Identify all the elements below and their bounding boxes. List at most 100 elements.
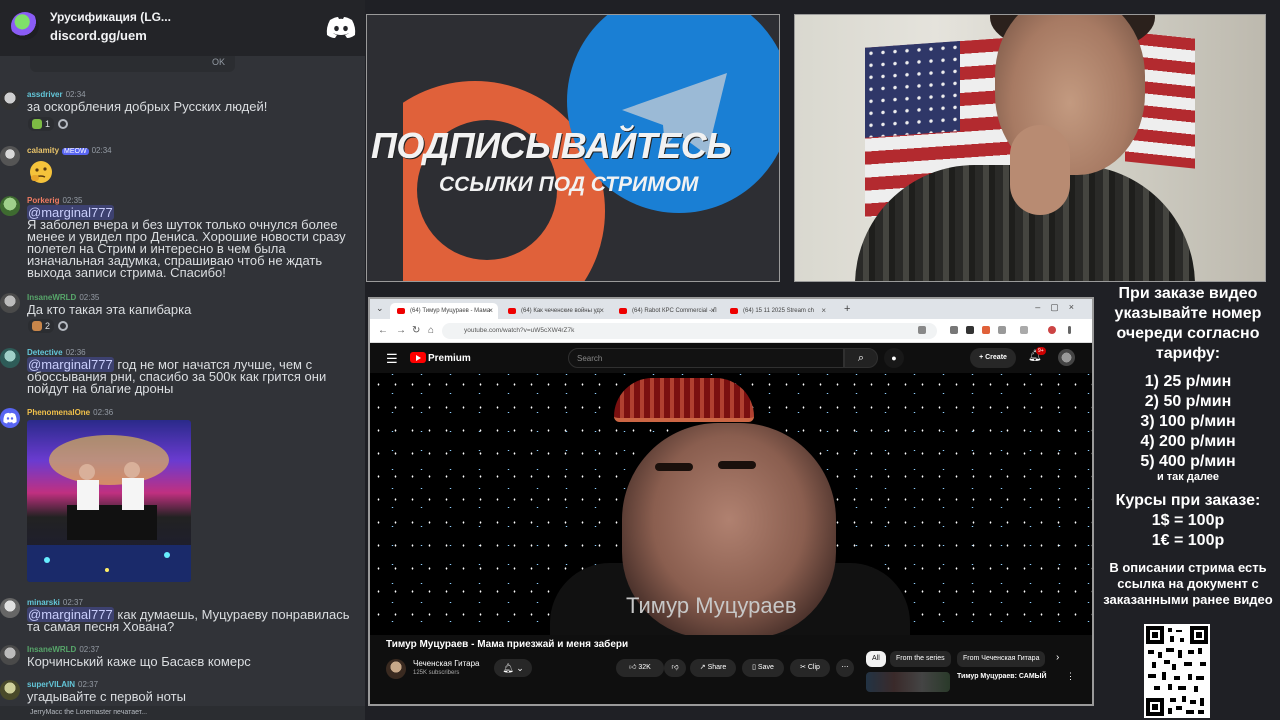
discord-server-header[interactable]: Урусификация (LG... discord.gg/uem bbox=[0, 0, 365, 56]
related-video-thumbnail[interactable] bbox=[866, 672, 950, 692]
gif-attachment[interactable] bbox=[27, 420, 191, 582]
tab-title: (64) 15 11 2025 Stream ch bbox=[743, 308, 814, 314]
youtube-brand[interactable]: Premium bbox=[428, 353, 471, 364]
create-button[interactable]: + Create bbox=[970, 348, 1016, 368]
home-icon[interactable]: ⌂ bbox=[428, 325, 434, 336]
message-meta: superVILAIN 02:37 bbox=[27, 680, 98, 689]
flag-canton bbox=[865, 41, 960, 138]
search-input[interactable]: Search bbox=[568, 348, 844, 368]
like-button[interactable]: 👍︎ 32K bbox=[616, 659, 664, 677]
extension-icon[interactable] bbox=[998, 326, 1006, 334]
message-author[interactable]: calamity bbox=[27, 146, 59, 155]
message-meta: PhenomenalOne 02:36 bbox=[27, 408, 113, 417]
related-video-title[interactable]: Тимур Муцураев: САМЫЙ bbox=[957, 673, 1047, 680]
reaction[interactable]: 1 bbox=[28, 117, 55, 131]
clip-label: Clip bbox=[807, 664, 820, 671]
server-invite-link[interactable]: discord.gg/uem bbox=[50, 28, 147, 43]
extension-icon[interactable] bbox=[950, 326, 958, 334]
avatar[interactable] bbox=[0, 680, 20, 700]
avatar[interactable] bbox=[0, 293, 20, 313]
message-meta: calamity MEOW 02:34 bbox=[27, 146, 112, 155]
avatar[interactable] bbox=[0, 598, 20, 618]
message-author[interactable]: Detective bbox=[27, 348, 63, 357]
search-icon[interactable]: ⌕ bbox=[844, 348, 878, 368]
chip-from-series[interactable]: From the series bbox=[890, 651, 951, 667]
message-text: за оскорбления добрых Русских людей! bbox=[27, 99, 268, 114]
discord-avatar-icon[interactable] bbox=[0, 408, 20, 428]
tariff-1: 1) 25 р/мин bbox=[1144, 373, 1232, 390]
extension-icon[interactable] bbox=[982, 326, 990, 334]
message-time: 02:37 bbox=[78, 680, 99, 689]
message-author[interactable]: Porkerig bbox=[27, 196, 59, 205]
avatar[interactable] bbox=[0, 645, 20, 665]
video-player[interactable]: Тимур Муцураев bbox=[370, 373, 1092, 643]
account-avatar[interactable] bbox=[1058, 349, 1075, 366]
like-count: 32K bbox=[638, 664, 651, 671]
clip-button[interactable]: ✂ Clip bbox=[790, 659, 830, 677]
avatar[interactable] bbox=[0, 348, 20, 368]
chip-from-channel[interactable]: From Чеченская Гитара bbox=[957, 651, 1046, 667]
message-text: Да кто такая эта капибарка bbox=[27, 302, 192, 317]
new-tab-icon[interactable]: + bbox=[844, 303, 850, 315]
browser-tab[interactable]: (64) Как чеченские войны уд × bbox=[501, 303, 609, 319]
server-icon bbox=[11, 12, 39, 40]
chip-all[interactable]: All bbox=[866, 651, 886, 667]
message-meta: Detective 02:36 bbox=[27, 348, 86, 357]
reaction-count: 2 bbox=[45, 321, 51, 331]
message-text: @marginal777 как думаешь, Муцураеву понр… bbox=[27, 607, 362, 633]
close-icon[interactable]: × bbox=[488, 306, 493, 315]
browser-tab[interactable]: (64) Rabot КРС Commercial - Л × bbox=[612, 303, 720, 319]
avatar[interactable] bbox=[0, 146, 20, 166]
reaction[interactable]: 2 bbox=[28, 319, 55, 333]
youtube-logo-icon[interactable] bbox=[410, 352, 426, 363]
close-icon[interactable]: × bbox=[821, 306, 826, 315]
add-reaction-icon[interactable] bbox=[58, 119, 69, 129]
close-icon[interactable]: × bbox=[710, 306, 715, 315]
avatar[interactable] bbox=[0, 90, 20, 110]
forward-icon[interactable]: → bbox=[396, 325, 406, 336]
microphone-icon[interactable]: ● bbox=[884, 348, 904, 368]
message-author[interactable]: minarski bbox=[27, 598, 60, 607]
hamburger-icon[interactable]: ☰ bbox=[386, 351, 398, 367]
puzzle-icon[interactable] bbox=[1020, 326, 1028, 334]
jump-pill[interactable]: OK bbox=[30, 56, 235, 72]
more-actions-icon[interactable]: ⋯ bbox=[836, 659, 854, 677]
chevron-right-icon[interactable]: › bbox=[1056, 652, 1059, 663]
save-button[interactable]: ▯ Save bbox=[742, 659, 784, 677]
related-more-icon[interactable]: ⋮ bbox=[1066, 671, 1075, 682]
message-author[interactable]: PhenomenalOne bbox=[27, 408, 90, 417]
channel-avatar[interactable] bbox=[386, 659, 406, 679]
tab-search-icon[interactable]: ⌄ bbox=[376, 303, 384, 314]
reload-icon[interactable]: ↻ bbox=[412, 325, 420, 336]
message-time: 02:34 bbox=[65, 90, 86, 99]
browser-tab[interactable]: (64) 15 11 2025 Stream ch × bbox=[723, 303, 831, 319]
channel-name[interactable]: Чеченская Гитара bbox=[413, 659, 480, 668]
window-controls-icon[interactable]: –▢× bbox=[1035, 302, 1084, 313]
extension-icon[interactable] bbox=[966, 326, 974, 334]
add-reaction-icon[interactable] bbox=[58, 321, 69, 331]
message-author[interactable]: InsaneWRLD bbox=[27, 293, 76, 302]
profile-icon[interactable] bbox=[1048, 326, 1056, 334]
back-icon[interactable]: ← bbox=[378, 325, 388, 336]
subscribed-bell-button[interactable]: 🔔︎ ⌄ bbox=[494, 659, 532, 677]
message-meta: InsaneWRLD 02:37 bbox=[27, 645, 99, 654]
address-bar: ← → ↻ ⌂ youtube.com/watch?v=uW5cXW4rZ7k bbox=[370, 319, 1092, 343]
menu-dots-icon[interactable] bbox=[1068, 326, 1071, 334]
share-button[interactable]: ↗ Share bbox=[690, 659, 736, 677]
browser-tab[interactable]: (64) Тимур Муцураев - Мама × bbox=[390, 303, 498, 319]
close-icon[interactable]: × bbox=[599, 306, 604, 315]
webcam-feed bbox=[794, 14, 1266, 282]
rates-title: Курсы при заказе: bbox=[1115, 492, 1261, 509]
url-field[interactable]: youtube.com/watch?v=uW5cXW4rZ7k bbox=[442, 323, 937, 339]
message-author[interactable]: superVILAIN bbox=[27, 680, 75, 689]
reaction-emoji-icon bbox=[32, 321, 42, 331]
message-author[interactable]: assdriver bbox=[27, 90, 63, 99]
zoom-icon[interactable] bbox=[918, 326, 926, 334]
discord-logo-icon bbox=[326, 17, 356, 38]
youtube-favicon-icon bbox=[730, 308, 738, 314]
message-author[interactable]: InsaneWRLD bbox=[27, 645, 76, 654]
dislike-button[interactable]: 👎︎ bbox=[664, 659, 686, 677]
message-time: 02:35 bbox=[62, 196, 83, 205]
message-time: 02:34 bbox=[91, 146, 112, 155]
avatar[interactable] bbox=[0, 196, 20, 216]
